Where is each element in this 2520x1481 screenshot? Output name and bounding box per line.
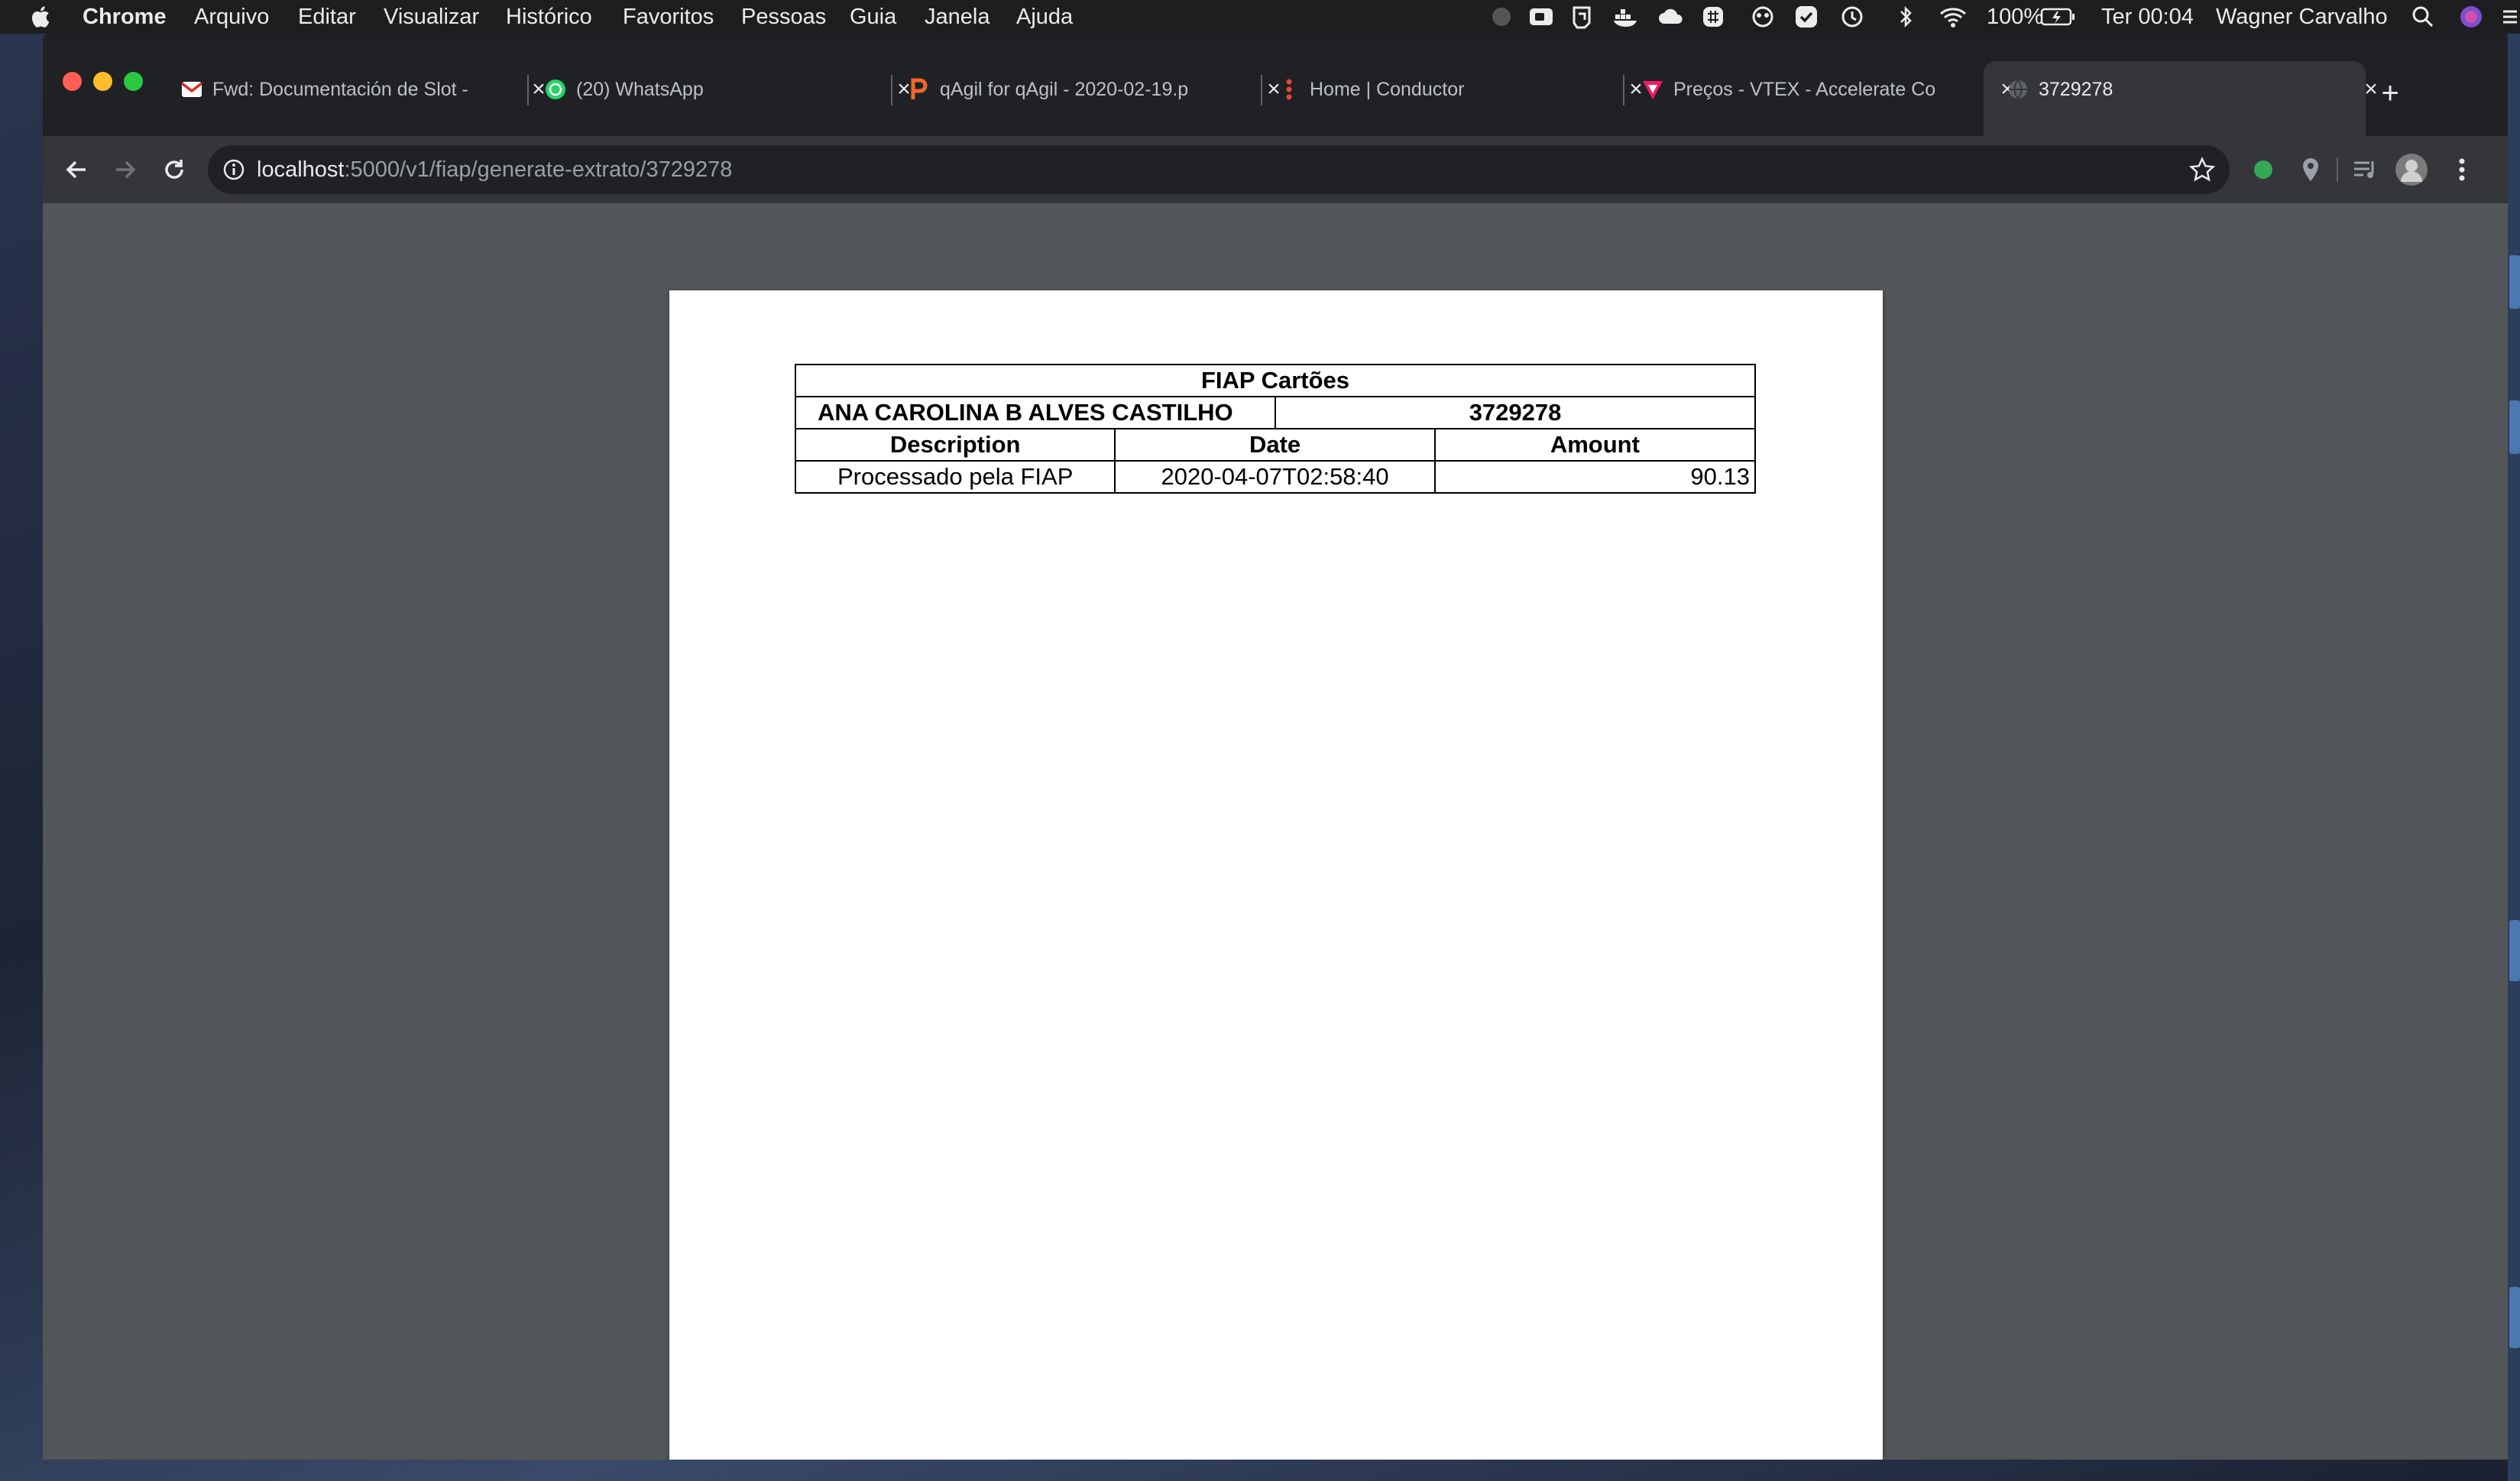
bluetooth-icon[interactable]	[1896, 0, 1915, 34]
checkmark-badge-icon[interactable]	[1794, 0, 1819, 34]
globe-icon	[2007, 78, 2029, 101]
tab-active-extrato[interactable]: 3729278 ×	[2002, 63, 2378, 116]
apple-icon[interactable]	[29, 0, 50, 34]
url-path: :5000/v1/fiap/generate-extrato/3729278	[344, 157, 733, 182]
wifi-icon[interactable]	[1938, 0, 1968, 34]
profile-avatar[interactable]	[2392, 150, 2431, 190]
menu-editar[interactable]: Editar	[298, 0, 356, 34]
spotlight-search-icon[interactable]	[2411, 0, 2434, 34]
table-header-row: Description Date Amount	[794, 428, 1757, 462]
menu-pessoas[interactable]: Pessoas	[741, 0, 826, 34]
tab-title: Home | Conductor	[1310, 79, 1465, 100]
table-title-row: FIAP Cartões	[795, 364, 1756, 397]
notification-center-icon[interactable]	[2500, 0, 2518, 34]
tab-separator	[1261, 75, 1262, 105]
tab-separator	[527, 75, 529, 105]
alien-face-icon[interactable]	[1751, 0, 1774, 34]
grid-badge-icon[interactable]	[1701, 0, 1725, 34]
extrato-table: FIAP Cartões ANA CAROLINA B ALVES CASTIL…	[794, 364, 1757, 494]
column-header-amount: Amount	[1433, 428, 1757, 462]
url-text[interactable]: localhost:5000/v1/fiap/generate-extrato/…	[257, 145, 732, 194]
tab-title: qAgil for qAgil - 2020-02-19.p	[940, 79, 1189, 100]
statement-title: FIAP Cartões	[795, 364, 1756, 397]
tab-vtex[interactable]: Preços - VTEX - Accelerate Co ×	[1637, 63, 2014, 116]
location-pin-icon[interactable]	[2291, 150, 2331, 190]
menu-guia[interactable]: Guia	[850, 0, 896, 34]
whatsapp-icon	[544, 78, 567, 101]
column-header-date: Date	[1114, 428, 1436, 462]
zoom-window-button[interactable]	[124, 72, 143, 91]
vtex-icon	[1641, 78, 1664, 101]
tab-title: 3729278	[2039, 79, 2113, 100]
background-window-edge	[2508, 34, 2520, 1481]
row-date: 2020-04-07T02:58:40	[1114, 460, 1436, 494]
siri-icon[interactable]	[2459, 0, 2483, 34]
tab-strip: Fwd: Documentación de Slot - × (20) What…	[43, 34, 2508, 136]
database-elephant-icon[interactable]	[1569, 0, 1594, 34]
minimize-window-button[interactable]	[93, 72, 112, 91]
customer-row: ANA CAROLINA B ALVES CASTILHO 3729278	[794, 396, 1756, 429]
tab-gmail[interactable]: Fwd: Documentación de Slot - ×	[176, 63, 564, 116]
macos-menu-bar: Chrome Arquivo Editar Visualizar Históri…	[0, 0, 2520, 34]
tab-whatsapp[interactable]: (20) WhatsApp ×	[539, 63, 914, 116]
time-machine-icon[interactable]	[1840, 0, 1864, 34]
tab-separator	[891, 75, 892, 105]
account-number: 3729278	[1275, 396, 1756, 429]
media-queue-icon[interactable]	[2346, 150, 2386, 190]
status-dot-icon[interactable]	[1490, 0, 1513, 34]
battery-percent[interactable]: 100%	[1987, 0, 2043, 34]
gmail-icon	[180, 78, 203, 101]
url-host: localhost	[257, 157, 345, 182]
table-row: Processado pela FIAP 2020-04-07T02:58:40…	[794, 460, 1757, 494]
forward-arrow-icon[interactable]	[105, 150, 145, 190]
tab-qagil[interactable]: qAgil for qAgil - 2020-02-19.p ×	[903, 63, 1285, 116]
new-tab-plus-icon[interactable]: +	[2375, 78, 2405, 109]
clock[interactable]: Ter 00:04	[2101, 0, 2194, 34]
toolbar-separator	[2337, 157, 2338, 182]
video-camera-icon[interactable]	[1528, 0, 1554, 34]
pdf-page: FIAP Cartões ANA CAROLINA B ALVES CASTIL…	[669, 290, 1883, 1460]
menu-ajuda[interactable]: Ajuda	[1016, 0, 1073, 34]
reload-icon[interactable]	[154, 150, 194, 190]
menu-app-name[interactable]: Chrome	[83, 0, 167, 34]
conductor-icon	[1278, 78, 1300, 101]
extension-green-icon[interactable]	[2243, 150, 2283, 190]
cloud-upload-icon[interactable]	[1658, 0, 1684, 34]
chrome-window: Fwd: Documentación de Slot - × (20) What…	[43, 34, 2508, 1460]
tab-separator	[1623, 75, 1624, 105]
user-name[interactable]: Wagner Carvalho	[2216, 0, 2388, 34]
docker-icon[interactable]	[1612, 0, 1640, 34]
menu-historico[interactable]: Histórico	[506, 0, 592, 34]
customer-name: ANA CAROLINA B ALVES CASTILHO	[794, 396, 1277, 429]
row-amount: 90.13	[1433, 460, 1757, 494]
row-description: Processado pela FIAP	[794, 460, 1116, 494]
tab-conductor[interactable]: Home | Conductor ×	[1273, 63, 1643, 116]
close-window-button[interactable]	[63, 72, 82, 91]
menu-visualizar[interactable]: Visualizar	[384, 0, 479, 34]
menu-janela[interactable]: Janela	[925, 0, 990, 34]
tab-title: Fwd: Documentación de Slot -	[212, 79, 468, 100]
tab-title: Preços - VTEX - Accelerate Co	[1673, 79, 1936, 100]
tab-title: (20) WhatsApp	[576, 79, 704, 100]
battery-icon[interactable]	[2040, 0, 2075, 34]
browser-toolbar: localhost:5000/v1/fiap/generate-extrato/…	[43, 136, 2508, 203]
pdf-viewer: FIAP Cartões ANA CAROLINA B ALVES CASTIL…	[43, 203, 2508, 1460]
bookmark-star-icon[interactable]	[2188, 156, 2216, 183]
column-header-description: Description	[794, 428, 1116, 462]
menu-favoritos[interactable]: Favoritos	[623, 0, 714, 34]
address-bar[interactable]: localhost:5000/v1/fiap/generate-extrato/…	[208, 145, 2230, 194]
p-letter-icon	[908, 78, 931, 101]
site-info-icon[interactable]	[222, 157, 246, 182]
menu-arquivo[interactable]: Arquivo	[194, 0, 269, 34]
chrome-menu-icon[interactable]	[2442, 150, 2482, 190]
back-arrow-icon[interactable]	[57, 150, 96, 190]
